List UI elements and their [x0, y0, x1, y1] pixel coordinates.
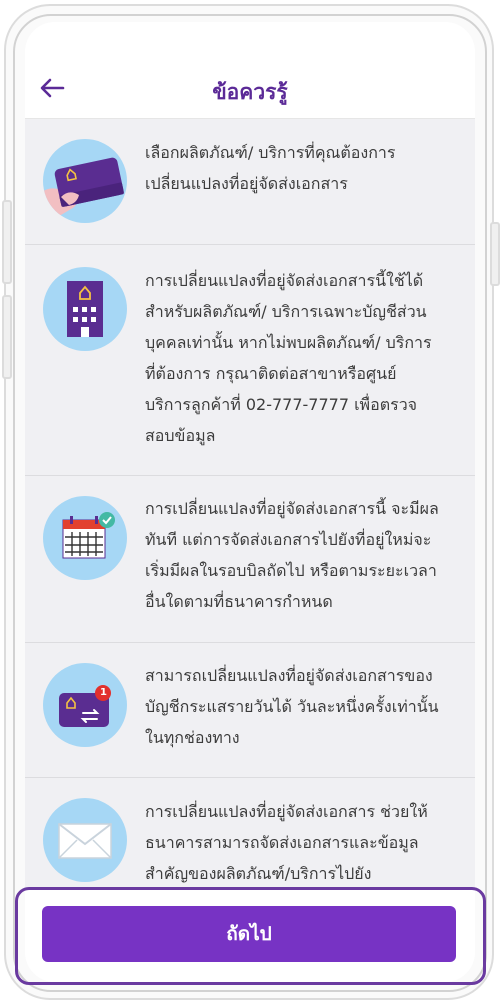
app-screen: ข้อควรรู้ เลือกผลิตภัณฑ์/ บริการที่คุณต้…	[25, 22, 475, 982]
item-text: สามารถเปลี่ยนแปลงที่อยู่จัดส่งเอกสารของบ…	[145, 666, 439, 747]
footer: ถัดไป	[25, 889, 475, 982]
list-item: 1 สามารถเปลี่ยนแปลงที่อยู่จัดส่งเอกสารขอ…	[25, 643, 475, 778]
info-list[interactable]: เลือกผลิตภัณฑ์/ บริการที่คุณต้องการเปลี่…	[25, 119, 475, 889]
calendar-check-icon	[43, 496, 127, 580]
item-text: การเปลี่ยนแปลงที่อยู่จัดส่งเอกสาร ช่วยให…	[145, 802, 428, 883]
page-title: ข้อควรรู้	[212, 80, 288, 104]
notification-badge: 1	[100, 687, 107, 698]
list-item: เลือกผลิตภัณฑ์/ บริการที่คุณต้องการเปลี่…	[25, 119, 475, 245]
item-text: เลือกผลิตภัณฑ์/ บริการที่คุณต้องการเปลี่…	[145, 143, 396, 193]
list-item: การเปลี่ยนแปลงที่อยู่จัดส่งเอกสาร ช่วยให…	[25, 778, 475, 889]
bank-building-icon	[43, 267, 127, 351]
header: ข้อควรรู้	[25, 22, 475, 119]
list-item: การเปลี่ยนแปลงที่อยู่จัดส่งเอกสารนี้ จะม…	[25, 476, 475, 643]
card-in-hand-icon	[43, 139, 127, 223]
item-text: การเปลี่ยนแปลงที่อยู่จัดส่งเอกสารนี้ จะม…	[145, 499, 439, 611]
transfer-card-notification-icon: 1	[43, 663, 127, 747]
item-text: การเปลี่ยนแปลงที่อยู่จัดส่งเอกสารนี้ใช้ไ…	[145, 271, 432, 445]
phone-side-button	[490, 222, 500, 286]
phone-side-button	[2, 200, 12, 284]
phone-side-button	[2, 295, 12, 379]
envelope-icon	[43, 798, 127, 882]
next-button[interactable]: ถัดไป	[42, 906, 456, 962]
list-item: การเปลี่ยนแปลงที่อยู่จัดส่งเอกสารนี้ใช้ไ…	[25, 245, 475, 476]
